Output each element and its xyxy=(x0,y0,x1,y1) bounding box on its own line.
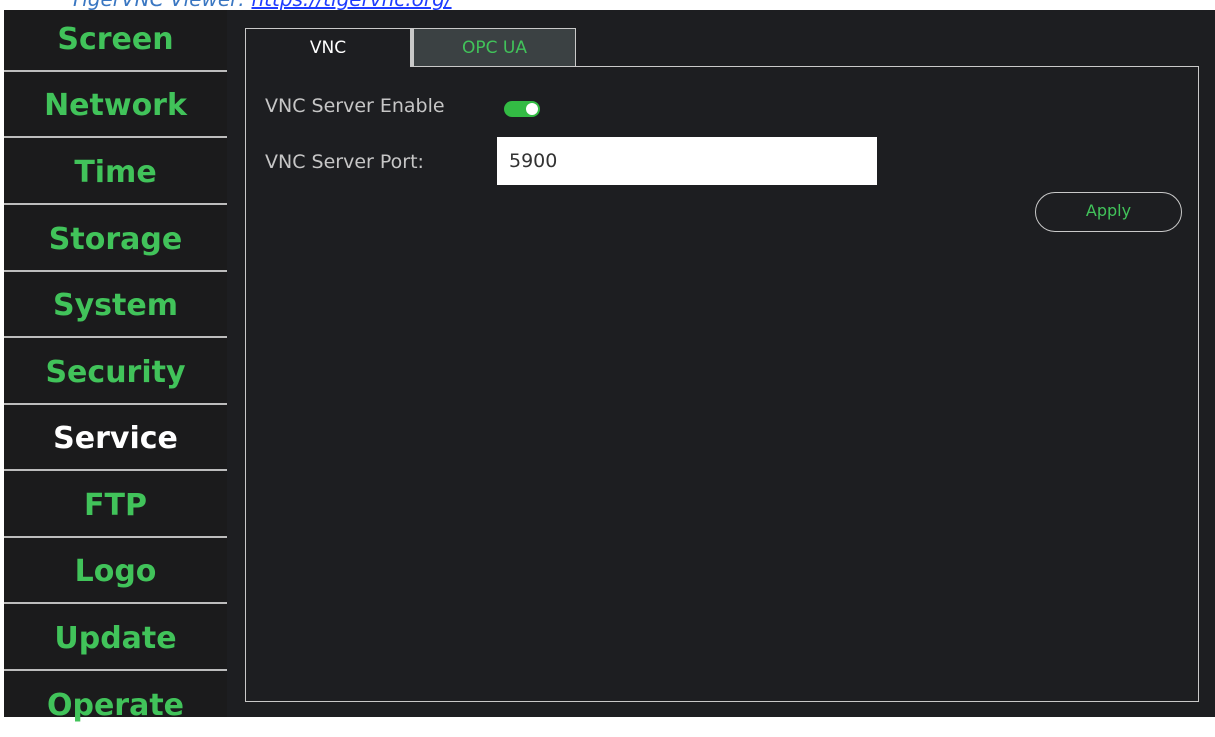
sidebar-item-time[interactable]: Time xyxy=(4,141,227,205)
main-content: VNC OPC UA VNC Server Enable VNC Server … xyxy=(227,10,1215,717)
sidebar: Screen Network Time Storage System Secur… xyxy=(4,8,227,723)
sidebar-item-network[interactable]: Network xyxy=(4,74,227,138)
sidebar-item-security[interactable]: Security xyxy=(4,341,227,405)
sidebar-item-ftp[interactable]: FTP xyxy=(4,474,227,538)
sidebar-item-storage[interactable]: Storage xyxy=(4,208,227,272)
sidebar-item-logo[interactable]: Logo xyxy=(4,540,227,604)
vnc-enable-label: VNC Server Enable xyxy=(265,95,445,117)
window-title-link[interactable]: https://tigervnc.org/ xyxy=(251,0,451,10)
sidebar-item-system[interactable]: System xyxy=(4,274,227,338)
sidebar-item-update[interactable]: Update xyxy=(4,607,227,671)
toggle-knob xyxy=(526,103,538,115)
tab-opc-ua[interactable]: OPC UA xyxy=(411,28,576,66)
vnc-enable-toggle[interactable] xyxy=(504,101,540,117)
apply-button[interactable]: Apply xyxy=(1035,192,1182,232)
sidebar-item-operate[interactable]: Operate xyxy=(4,673,227,737)
tab-vnc[interactable]: VNC xyxy=(245,28,411,67)
vnc-port-input[interactable] xyxy=(497,137,877,185)
vnc-port-label: VNC Server Port: xyxy=(265,151,424,173)
sidebar-item-service[interactable]: Service xyxy=(4,407,227,471)
sidebar-item-screen[interactable]: Screen xyxy=(4,8,227,72)
